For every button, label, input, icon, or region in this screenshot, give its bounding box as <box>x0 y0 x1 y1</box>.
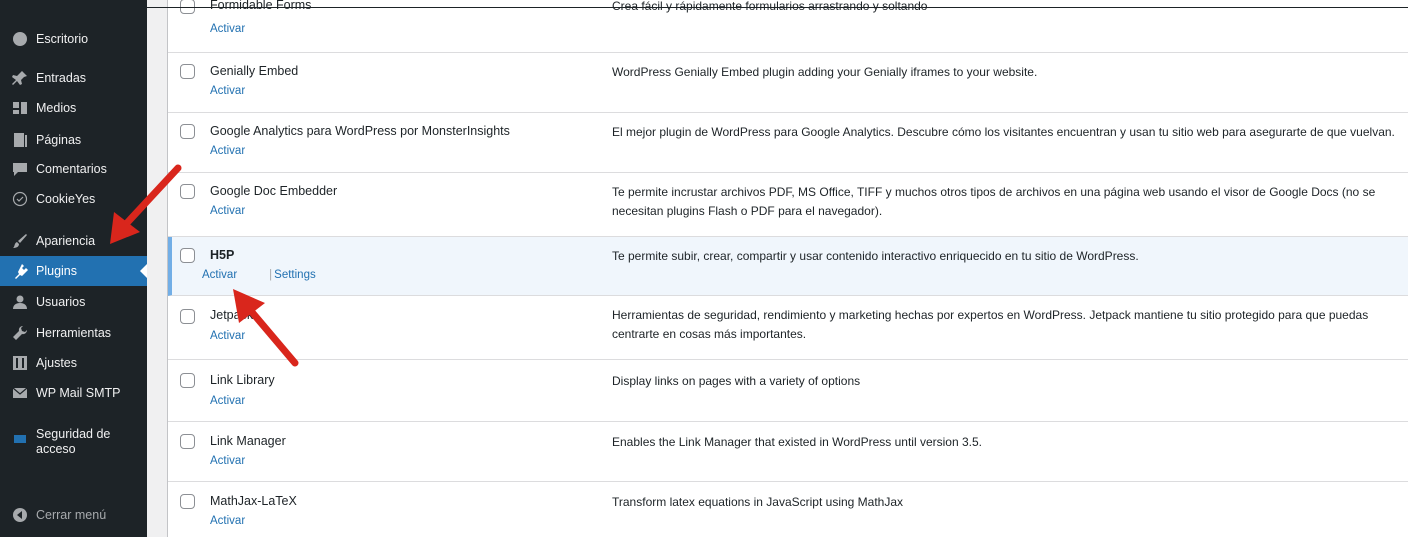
plugin-actions: Activar | Settings <box>202 269 316 281</box>
row-checkbox[interactable] <box>180 248 195 263</box>
sidebar-item-wp-mail-smtp[interactable]: WP Mail SMTP <box>0 378 147 408</box>
row-checkbox[interactable] <box>180 64 195 79</box>
plugin-actions: Activar <box>210 455 245 467</box>
plugin-name: Genially Embed <box>210 64 299 78</box>
user-icon <box>12 294 28 310</box>
sidebar-item-label: Medios <box>36 101 77 115</box>
activate-link[interactable]: Activar <box>210 85 245 97</box>
pin-icon <box>12 70 28 86</box>
sidebar-item-label: Apariencia <box>36 234 96 248</box>
row-checkbox[interactable] <box>180 309 195 324</box>
plugin-actions: Activar <box>210 515 245 527</box>
plugin-actions: Activar <box>210 85 245 97</box>
activate-link[interactable]: Activar <box>210 205 245 217</box>
comment-icon <box>12 161 28 177</box>
main-content: Formidable Forms Activar Crea fácil y rá… <box>147 0 1408 537</box>
activate-link[interactable]: Activar <box>202 269 237 281</box>
table-row: Google Analytics para WordPress por Mons… <box>168 113 1408 173</box>
action-separator: | <box>269 269 273 281</box>
shield-icon <box>12 429 28 445</box>
sidebar-item-entradas[interactable]: Entradas <box>0 63 147 93</box>
sidebar-item-label: Cerrar menú <box>36 508 107 522</box>
annotation-arrow-to-plugins <box>110 164 182 244</box>
media-icon <box>12 100 28 116</box>
plugin-actions: Activar <box>210 23 245 35</box>
sidebar-item-plugins[interactable]: Plugins <box>0 256 147 286</box>
page-icon <box>12 132 28 148</box>
plugin-description: Enables the Link Manager that existed in… <box>612 435 982 449</box>
plugin-description: Transform latex equations in JavaScript … <box>612 495 904 509</box>
plugin-description: WordPress Genially Embed plugin adding y… <box>612 65 1038 79</box>
sidebar-item-label: Ajustes <box>36 356 77 370</box>
plugin-icon <box>12 263 28 279</box>
mail-icon <box>12 385 28 401</box>
sidebar-item-label: Comentarios <box>36 162 107 176</box>
plugin-name: MathJax-LaTeX <box>210 494 297 508</box>
row-checkbox[interactable] <box>180 124 195 139</box>
plugin-actions: Activar <box>210 205 245 217</box>
sidebar-item-label: CookieYes <box>36 192 96 206</box>
sidebar-item-usuarios[interactable]: Usuarios <box>0 287 147 317</box>
sidebar-item-herramientas[interactable]: Herramientas <box>0 318 147 348</box>
row-checkbox[interactable] <box>180 434 195 449</box>
collapse-icon <box>12 507 28 523</box>
table-row: Jetpack Activar Herramientas de segurida… <box>168 296 1408 360</box>
sidebar-item-label: Herramientas <box>36 326 112 340</box>
plugin-description: Herramientas de seguridad, rendimiento y… <box>612 308 1369 341</box>
table-row: Link Manager Activar Enables the Link Ma… <box>168 422 1408 482</box>
table-row: Google Doc Embedder Activar Te permite i… <box>168 173 1408 237</box>
sidebar-item-label: WP Mail SMTP <box>36 386 121 400</box>
sidebar-item-label: Usuarios <box>36 295 86 309</box>
plugin-actions: Activar <box>210 145 245 157</box>
sidebar-item-label: Escritorio <box>36 32 89 46</box>
activate-link[interactable]: Activar <box>210 395 245 407</box>
sidebar-item-medios[interactable]: Medios <box>0 93 147 123</box>
table-row: Link Library Activar Display links on pa… <box>168 360 1408 422</box>
table-row-active: H5P Activar | Settings Te permite subir,… <box>168 237 1408 296</box>
plugin-description: Display links on pages with a variety of… <box>612 374 861 388</box>
plugin-name: Google Doc Embedder <box>210 184 338 198</box>
plugin-description: Crea fácil y rápidamente formularios arr… <box>612 0 928 13</box>
sidebar-item-seguridad-de-acceso[interactable]: Seguridad de acceso <box>0 425 147 465</box>
table-row: MathJax-LaTeX Activar Transform latex eq… <box>168 482 1408 537</box>
sidebar-item-label: Plugins <box>36 264 77 278</box>
sidebar-item-label: Entradas <box>36 71 87 85</box>
sidebar-item-ajustes[interactable]: Ajustes <box>0 348 147 378</box>
plugin-name: H5P <box>210 248 235 262</box>
sidebar-item-label: Páginas <box>36 133 82 147</box>
plugin-name: Formidable Forms <box>210 0 312 12</box>
row-checkbox[interactable] <box>180 373 195 388</box>
plugin-description: Te permite incrustar archivos PDF, MS Of… <box>612 185 1376 218</box>
sidebar-collapse-menu[interactable]: Cerrar menú <box>0 500 147 530</box>
cookie-icon <box>12 191 28 207</box>
table-row: Genially Embed Activar WordPress Geniall… <box>168 53 1408 113</box>
plugin-actions: Activar <box>210 395 245 407</box>
plugin-description: El mejor plugin de WordPress para Google… <box>612 125 1395 139</box>
brush-icon <box>12 233 28 249</box>
plugin-description: Te permite subir, crear, compartir y usa… <box>612 249 1139 263</box>
plugin-name: Link Library <box>210 373 275 387</box>
dashboard-icon <box>12 31 28 47</box>
settings-icon <box>12 355 28 371</box>
activate-link[interactable]: Activar <box>210 515 245 527</box>
activate-link[interactable]: Activar <box>210 23 245 35</box>
activate-link[interactable]: Activar <box>210 145 245 157</box>
annotation-arrow-to-activar <box>233 289 299 367</box>
sidebar-item-label: Seguridad de acceso <box>36 427 111 456</box>
top-border-line <box>147 7 1408 8</box>
plugins-table: Formidable Forms Activar Crea fácil y rá… <box>167 0 1408 537</box>
wrench-icon <box>12 325 28 341</box>
sidebar-item-escritorio[interactable]: Escritorio <box>0 24 147 54</box>
admin-sidebar: Escritorio Entradas Medios Páginas Comen… <box>0 0 147 537</box>
activate-link[interactable]: Activar <box>210 455 245 467</box>
plugin-name: Google Analytics para WordPress por Mons… <box>210 124 510 138</box>
plugin-name: Link Manager <box>210 434 286 448</box>
row-checkbox[interactable] <box>180 494 195 509</box>
sidebar-item-paginas[interactable]: Páginas <box>0 125 147 155</box>
settings-link[interactable]: Settings <box>274 269 316 281</box>
